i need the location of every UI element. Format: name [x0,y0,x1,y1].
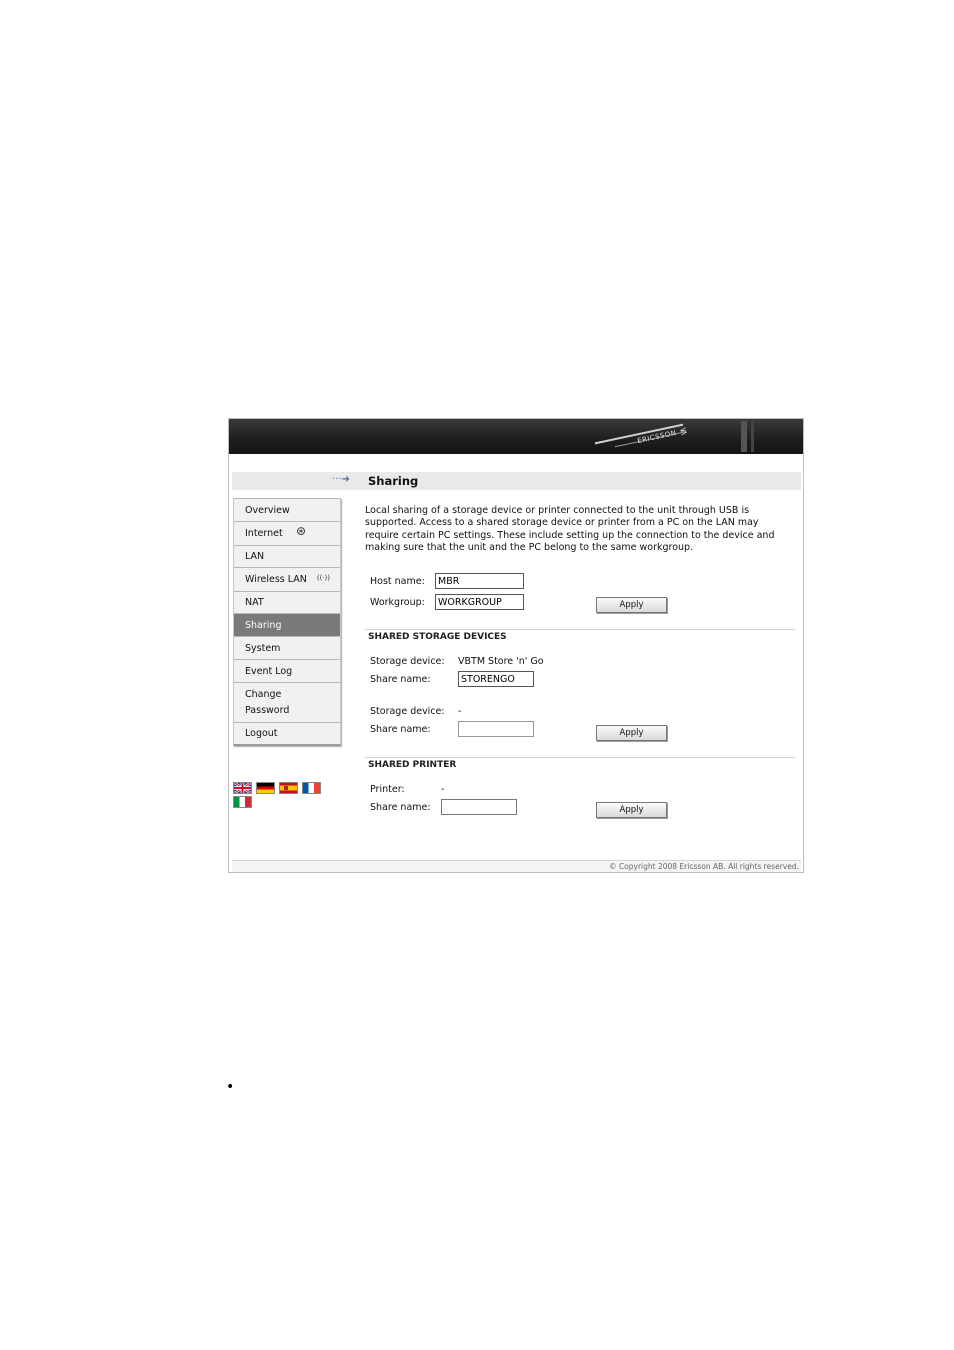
storage-device-value: - [458,706,462,717]
storage-share-name-input[interactable] [458,671,534,687]
spanish-flag-icon[interactable] [279,782,298,794]
globe-icon: ⊛ [295,524,306,538]
wireless-icon: ((·)) [316,574,330,582]
uk-flag-icon[interactable] [233,782,252,794]
sharing-content: Local sharing of a storage device or pri… [365,505,795,554]
section-divider [365,629,795,630]
sidebar-item-wireless-lan[interactable]: Wireless LAN ((·)) [233,567,341,591]
sidebar-item-label: Event Log [245,665,293,677]
italian-flag-icon[interactable] [233,796,252,808]
section-divider [365,757,795,758]
sidebar-item-logout[interactable]: Logout [233,722,341,746]
sidebar-item-label: Internet [245,528,283,539]
sidebar-item-sharing[interactable]: Sharing [233,613,341,636]
host-name-input[interactable] [435,573,524,589]
french-flag-icon[interactable] [302,782,321,794]
router-web-ui-screenshot: ERICSSON ≶ ···➜ Sharing Overview Interne… [228,418,804,873]
sidebar-item-label: Wireless LAN [245,574,307,585]
sidebar-item-system[interactable]: System [233,636,341,659]
storage-section-heading: SHARED STORAGE DEVICES [368,632,507,642]
storage-share-name-input[interactable] [458,721,534,737]
sidebar-item-label: System [245,642,281,654]
printer-share-name-input[interactable] [441,799,517,815]
header-banner: ERICSSON ≶ [229,419,803,454]
sidebar-item-event-log[interactable]: Event Log [233,659,341,682]
copyright-text: © Copyright 2008 Ericsson AB. All rights… [609,862,799,871]
workgroup-input[interactable] [435,594,524,610]
footer: © Copyright 2008 Ericsson AB. All rights… [232,860,801,872]
share-name-label: Share name: [370,724,431,735]
ericsson-logo-icon: ≶ [679,426,689,438]
document-bullet: • [226,1079,235,1095]
printer-section-heading: SHARED PRINTER [368,760,457,770]
host-name-label: Host name: [370,576,425,587]
storage-device-label: Storage device: [370,656,445,667]
banner-decoration [741,421,747,452]
german-flag-icon[interactable] [256,782,275,794]
share-name-label: Share name: [370,674,431,685]
apply-printer-button[interactable]: Apply [596,802,667,818]
sidebar-item-label: LAN [245,551,265,562]
apply-storage-button[interactable]: Apply [596,725,667,741]
sidebar-item-label: Sharing [245,619,282,631]
intro-text: Local sharing of a storage device or pri… [365,505,775,553]
sidebar-item-label: Overview [245,504,290,516]
share-name-label: Share name: [370,802,431,813]
sidebar-item-internet[interactable]: Internet ⊛ [233,521,341,545]
workgroup-label: Workgroup: [370,597,425,608]
sidebar-item-label: NAT [245,597,264,608]
page-title: Sharing [368,474,419,488]
arrow-icon: ···➜ [332,474,350,485]
sidebar-item-lan[interactable]: LAN [233,545,341,567]
banner-decoration [751,421,754,452]
apply-general-button[interactable]: Apply [596,597,667,613]
page-title-bar: ···➜ Sharing [232,472,801,490]
sidebar-item-overview[interactable]: Overview [233,498,341,521]
printer-value: - [441,784,445,795]
sidebar-item-label: Logout [245,728,278,739]
storage-device-value: VBTM Store 'n' Go [458,656,544,667]
sidebar-item-change-password[interactable]: Change Password [233,682,341,722]
printer-label: Printer: [370,784,405,795]
sidebar-menu: Overview Internet ⊛ LAN Wireless LAN ((·… [233,498,341,746]
sidebar-item-label: Change Password [245,688,290,716]
sidebar-item-nat[interactable]: NAT [233,591,341,613]
storage-device-label: Storage device: [370,706,445,717]
